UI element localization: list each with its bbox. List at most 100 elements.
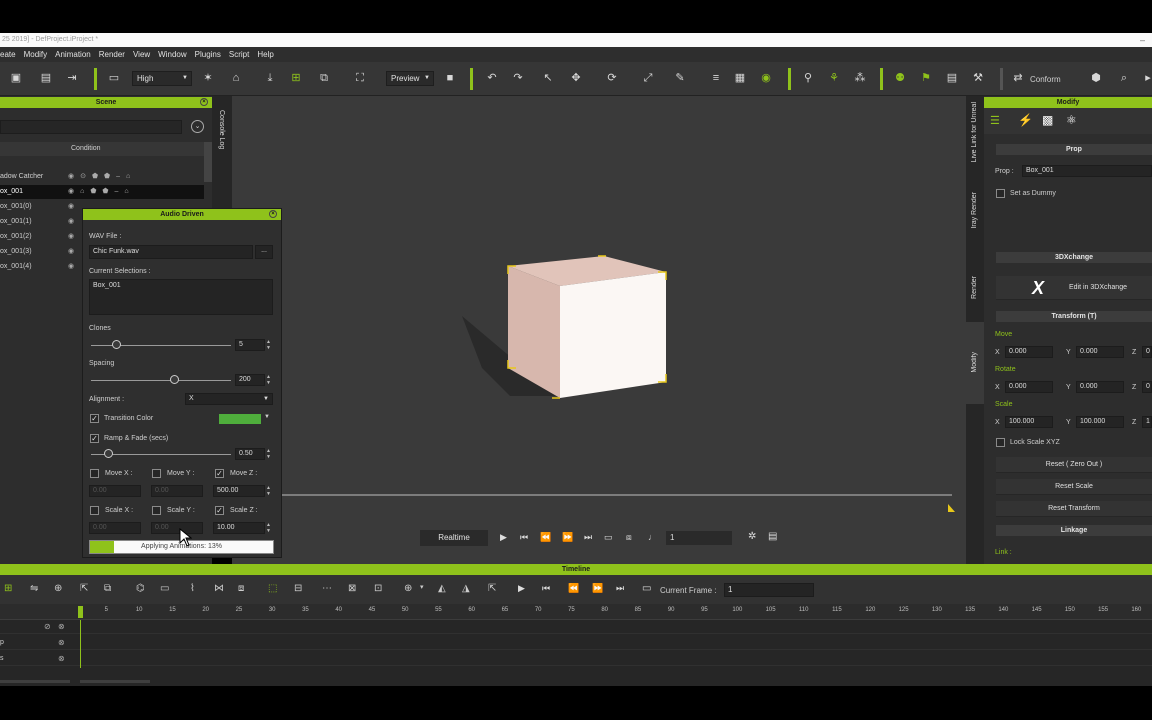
row-state-icons[interactable]: ◉⊙⬟⬟–⌂ (68, 172, 136, 180)
timeline-scrollbar[interactable] (80, 680, 150, 683)
menu-create[interactable]: eate (0, 50, 22, 59)
close-icon[interactable]: ⊗ (58, 638, 65, 647)
wav-file-input[interactable]: Chic Funk.wav (89, 245, 253, 259)
move-y-checkbox[interactable] (152, 469, 161, 478)
scale-icon[interactable]: ⤢ (640, 70, 656, 86)
spacing-slider-knob[interactable] (169, 375, 179, 384)
menu-modify[interactable]: Modify (24, 50, 54, 59)
transform-section-header[interactable]: Transform (T) (996, 311, 1152, 322)
visibility-icon[interactable]: ⊘ (44, 622, 51, 631)
search-icon[interactable]: ⌕ (1116, 70, 1132, 86)
scale-y-checkbox[interactable] (152, 506, 161, 515)
menu-help[interactable]: Help (257, 50, 279, 59)
set-as-dummy-checkbox[interactable] (996, 189, 1005, 198)
scene-scrollbar[interactable] (204, 142, 212, 182)
timeline-first-icon[interactable]: ⏮ (542, 583, 550, 594)
group-icon[interactable]: ⁂ (852, 70, 868, 86)
tab-modify[interactable]: Modify (971, 352, 978, 373)
menu-window[interactable]: Window (158, 50, 192, 59)
cloud-icon[interactable]: ⬢ (1088, 70, 1104, 86)
tracks-scrollbar[interactable] (0, 680, 70, 683)
menu-animation[interactable]: Animation (55, 50, 97, 59)
settings-icon[interactable]: ✲ (748, 531, 756, 542)
eye-icon[interactable]: ◉ (758, 70, 774, 86)
track-row[interactable]: s ⊗ (0, 652, 1152, 666)
scale-z-input[interactable]: 1 (1142, 416, 1152, 428)
scale-x-input[interactable]: 100.000 (1005, 416, 1053, 428)
atom-icon[interactable]: ⚛ (1066, 113, 1077, 127)
menu-render[interactable]: Render (99, 50, 131, 59)
copy-icon[interactable]: ⧉ (104, 583, 111, 594)
video-icon[interactable]: ■ (442, 70, 458, 86)
select-icon[interactable]: ↖ (540, 70, 556, 86)
menu-script[interactable]: Script (229, 50, 255, 59)
close-icon[interactable]: ⊗ (58, 622, 65, 631)
filter-track-icon[interactable]: ⬚ (268, 583, 277, 594)
menu-view[interactable]: View (133, 50, 156, 59)
eye-icon[interactable]: ◉ (68, 217, 74, 225)
zoom-dropdown-icon[interactable]: ▾ (420, 583, 424, 591)
chevron-down-icon[interactable]: ▼ (264, 414, 270, 420)
ghost-icon[interactable]: ⧈ (238, 583, 244, 594)
clipboard-icon[interactable]: ▤ (944, 70, 960, 86)
timeline-last-icon[interactable]: ⏭ (616, 583, 624, 594)
close-icon[interactable]: ⊗ (58, 654, 65, 663)
lock-scale-checkbox[interactable] (996, 438, 1005, 447)
spacing-slider-track[interactable] (91, 380, 231, 381)
link-icon[interactable]: ⌬ (136, 583, 145, 594)
transition-icon[interactable]: ⇱ (80, 583, 88, 594)
close-icon[interactable]: × (269, 210, 277, 218)
timeline-prev-icon[interactable]: ⏪ (568, 583, 579, 594)
conform-icon[interactable]: ⇄ (1010, 70, 1026, 86)
scale-y-input[interactable]: 0.00 (151, 522, 203, 534)
render-icon[interactable]: ▤ (38, 70, 54, 86)
collapse-icon[interactable]: ⋯ (322, 583, 332, 594)
timeline-ruler[interactable]: 5 10 15 20 25 30 35 40 45 50 55 60 65 70 75 80 85 90 95 100… (0, 604, 1152, 620)
reset-transform-button[interactable]: Reset Transform (996, 501, 1152, 517)
light-icon[interactable]: ✶ (200, 70, 216, 86)
timeline-next-icon[interactable]: ⏩ (592, 583, 603, 594)
people-icon[interactable]: ⚉ (892, 70, 908, 86)
motion-icon[interactable]: ⚡ (1018, 113, 1033, 127)
break-icon[interactable]: ⋈ (214, 583, 224, 594)
display-icon[interactable]: ▭ (106, 70, 122, 86)
realtime-button[interactable]: Realtime (420, 530, 488, 546)
clones-slider-knob[interactable] (112, 340, 122, 349)
camera-view-icon[interactable]: ⧉ (316, 70, 332, 86)
3d-viewport[interactable] (232, 96, 966, 564)
current-frame-input[interactable]: 1 (724, 583, 814, 597)
move-z-input[interactable]: 0 (1142, 346, 1152, 358)
playhead-marker[interactable] (78, 606, 83, 618)
timeline-play-icon[interactable]: ▶ (518, 583, 525, 594)
key-icon[interactable]: ⇋ (30, 583, 38, 594)
frame-icon[interactable]: ⛶ (352, 70, 368, 86)
scale-z-input[interactable]: 10.00 (213, 522, 265, 534)
export-clip-icon[interactable]: ⇱ (488, 583, 496, 594)
panel-icon[interactable]: ▤ (768, 531, 777, 542)
preview-dropdown[interactable]: Preview ▼ (386, 71, 434, 86)
physics-icon[interactable]: ⚲ (800, 70, 816, 86)
character-icon[interactable]: ⚘ (826, 70, 842, 86)
tool-icon[interactable]: ⚒ (970, 70, 986, 86)
scale-x-input[interactable]: 0.00 (89, 522, 141, 534)
align-icon[interactable]: ≡ (708, 70, 724, 86)
transition-color-checkbox[interactable]: ✓ (90, 414, 99, 423)
flag-icon[interactable]: ⚑ (918, 70, 934, 86)
redo-icon[interactable]: ↷ (510, 70, 526, 86)
spacing-input[interactable]: 200 (235, 374, 265, 386)
layout-icon[interactable]: ▦ (732, 70, 748, 86)
move-y-input[interactable]: 0.000 (1076, 346, 1124, 358)
menu-plugins[interactable]: Plugins (195, 50, 227, 59)
import-icon[interactable]: ⤓ (262, 70, 278, 86)
rewind-icon[interactable]: ⏪ (540, 532, 551, 543)
record-icon[interactable]: ⧈ (626, 532, 632, 543)
rotate-x-input[interactable]: 0.000 (1005, 381, 1053, 393)
eye-icon[interactable]: ◉ (68, 247, 74, 255)
move-z-input[interactable]: 500.00 (213, 485, 265, 497)
rotate-icon[interactable]: ⟳ (604, 70, 620, 86)
layer-icon[interactable]: ⊟ (294, 583, 302, 594)
tab-live-link[interactable]: Live Link for Unreal (971, 102, 978, 162)
range-icon[interactable]: ▭ (642, 583, 651, 594)
first-frame-icon[interactable]: ⏮ (520, 532, 528, 543)
save-icon[interactable]: ▣ (8, 70, 24, 86)
